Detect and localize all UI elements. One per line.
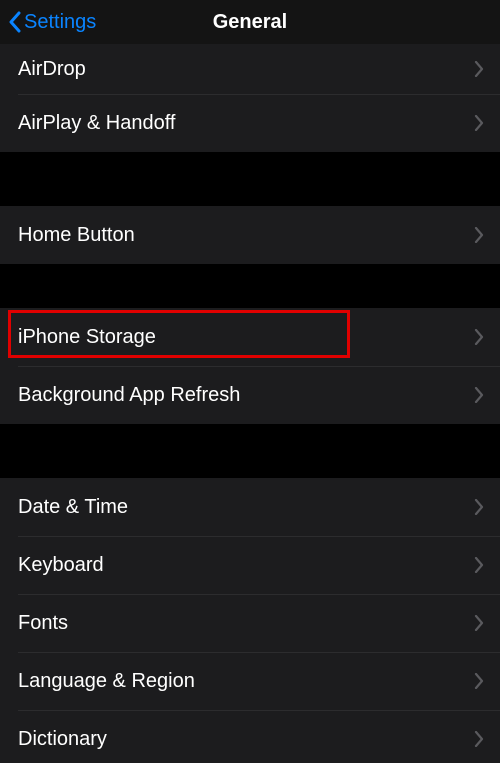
row-label: AirPlay & Handoff [18,112,176,135]
settings-group: Date & Time Keyboard Fonts Language & Re… [0,478,500,763]
row-iphone-storage[interactable]: iPhone Storage [0,308,500,366]
row-label: AirDrop [18,58,86,81]
row-date-time[interactable]: Date & Time [0,478,500,536]
chevron-right-icon [474,387,484,403]
row-fonts[interactable]: Fonts [0,594,500,652]
row-keyboard[interactable]: Keyboard [0,536,500,594]
group-gap [0,264,500,308]
settings-group: iPhone Storage Background App Refresh [0,308,500,424]
chevron-right-icon [474,673,484,689]
settings-group: AirDrop AirPlay & Handoff [0,44,500,152]
chevron-right-icon [474,615,484,631]
row-dictionary[interactable]: Dictionary [0,710,500,763]
navbar: Settings General [0,0,500,44]
row-label: iPhone Storage [18,326,156,349]
row-label: Date & Time [18,496,128,519]
chevron-right-icon [474,61,484,77]
chevron-right-icon [474,731,484,747]
page-title: General [213,11,287,34]
row-label: Dictionary [18,728,107,751]
chevron-left-icon [8,11,22,33]
row-label: Language & Region [18,670,195,693]
row-label: Fonts [18,612,68,635]
row-label: Home Button [18,224,135,247]
row-label: Background App Refresh [18,384,240,407]
group-gap [0,424,500,478]
row-home-button[interactable]: Home Button [0,206,500,264]
chevron-right-icon [474,557,484,573]
row-background-app-refresh[interactable]: Background App Refresh [0,366,500,424]
chevron-right-icon [474,499,484,515]
chevron-right-icon [474,329,484,345]
group-gap [0,152,500,206]
row-language-region[interactable]: Language & Region [0,652,500,710]
back-label: Settings [24,11,96,34]
row-airplay-handoff[interactable]: AirPlay & Handoff [0,94,500,152]
back-button[interactable]: Settings [8,0,96,44]
settings-group: Home Button [0,206,500,264]
chevron-right-icon [474,227,484,243]
row-label: Keyboard [18,554,104,577]
row-airdrop[interactable]: AirDrop [0,44,500,94]
chevron-right-icon [474,115,484,131]
